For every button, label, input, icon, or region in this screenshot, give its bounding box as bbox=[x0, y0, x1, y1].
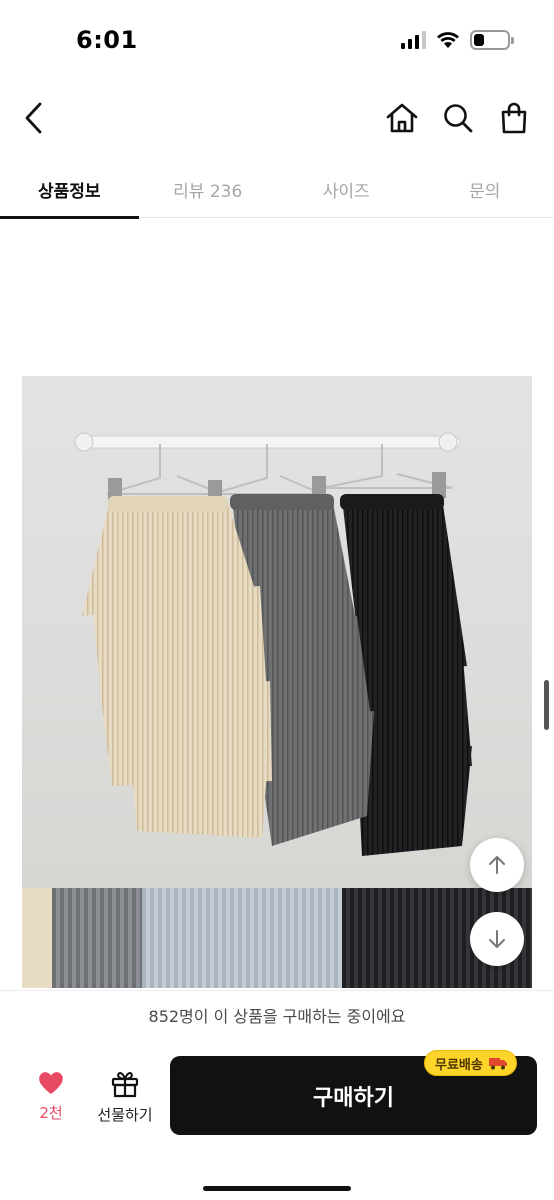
back-button[interactable] bbox=[12, 96, 56, 140]
product-image bbox=[22, 376, 532, 888]
gift-button[interactable]: 선물하기 bbox=[90, 1070, 160, 1130]
detail-swatch-beige bbox=[22, 888, 52, 988]
tab-size[interactable]: 사이즈 bbox=[277, 160, 416, 218]
truck-icon bbox=[488, 1058, 507, 1070]
scroll-bottom-button[interactable] bbox=[470, 912, 524, 966]
nav-bar bbox=[0, 88, 554, 148]
status-icons bbox=[401, 30, 514, 50]
home-indicator bbox=[203, 1186, 351, 1191]
product-tabs: 상품정보 리뷰 236 사이즈 문의 bbox=[0, 160, 554, 219]
home-button[interactable] bbox=[380, 96, 424, 140]
arrow-up-icon bbox=[489, 856, 505, 874]
skirt-photo bbox=[74, 432, 472, 856]
free-shipping-label: 무료배송 bbox=[435, 1057, 483, 1073]
like-button[interactable]: 2천 bbox=[24, 1070, 78, 1130]
scroll-top-button[interactable] bbox=[470, 838, 524, 892]
status-bar: 6:01 bbox=[0, 0, 554, 80]
detail-image bbox=[22, 888, 532, 988]
tab-reviews[interactable]: 리뷰 236 bbox=[139, 160, 278, 218]
gift-label: 선물하기 bbox=[97, 1106, 153, 1124]
tab-inquiry[interactable]: 문의 bbox=[416, 160, 554, 218]
cart-button[interactable] bbox=[492, 96, 536, 140]
home-icon bbox=[386, 103, 418, 133]
scrollbar[interactable] bbox=[544, 680, 549, 730]
arrow-down-icon bbox=[489, 930, 505, 948]
search-icon bbox=[444, 104, 473, 133]
shopping-bag-icon bbox=[501, 102, 527, 134]
search-button[interactable] bbox=[436, 96, 480, 140]
like-count: 2천 bbox=[39, 1104, 63, 1122]
status-time: 6:01 bbox=[76, 26, 138, 54]
gift-icon bbox=[111, 1072, 139, 1098]
wifi-icon bbox=[437, 32, 459, 48]
free-shipping-badge: 무료배송 bbox=[424, 1050, 517, 1076]
tab-product-info[interactable]: 상품정보 bbox=[0, 160, 139, 219]
purchase-notice: 852명이 이 상품을 구매하는 중이에요 bbox=[0, 990, 554, 1038]
detail-swatch-light-gray bbox=[142, 888, 342, 988]
battery-icon bbox=[470, 30, 514, 50]
signal-icon bbox=[401, 31, 426, 49]
detail-swatch-dark-gray bbox=[52, 888, 142, 988]
heart-icon bbox=[39, 1072, 63, 1094]
chevron-left-icon bbox=[25, 102, 42, 134]
